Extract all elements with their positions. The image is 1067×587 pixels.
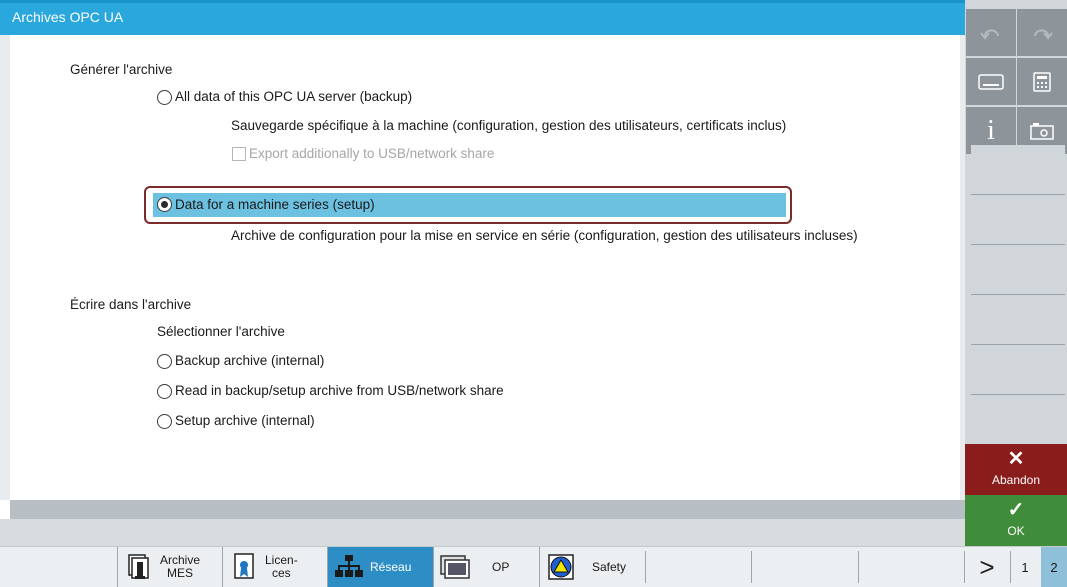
backup-description: Sauvegarde spécifique à la machine (conf… [231, 118, 787, 133]
setup-archive-label[interactable]: Setup archive (internal) [175, 413, 315, 428]
generate-heading: Générer l'archive [70, 62, 173, 77]
backup-radio[interactable] [157, 90, 172, 105]
license-icon [229, 552, 259, 582]
tab-safety-label: Safety [592, 559, 627, 574]
usb-archive-radio[interactable] [157, 384, 172, 399]
setup-radio[interactable] [157, 197, 172, 212]
write-heading: Écrire dans l'archive [70, 297, 192, 312]
next-page-button[interactable]: > [965, 547, 1009, 587]
page-2-button[interactable]: 2 [1041, 547, 1067, 587]
tab-safety[interactable]: Safety [539, 547, 645, 587]
softkey-1[interactable] [971, 145, 1065, 195]
tab-network[interactable]: Réseau [327, 547, 433, 587]
calculator-icon[interactable] [1017, 58, 1067, 105]
tab-op[interactable]: OP [433, 547, 539, 587]
setup-description: Archive de configuration pour la mise en… [231, 228, 858, 243]
select-archive-subheading: Sélectionner l'archive [157, 324, 285, 339]
backup-option-label[interactable]: All data of this OPC UA server (backup) [175, 89, 412, 104]
export-checkbox-label: Export additionally to USB/network share [249, 146, 495, 161]
ok-label: OK [1007, 524, 1025, 538]
op-screen-icon [440, 552, 470, 582]
status-bar [10, 500, 965, 519]
network-icon [334, 552, 364, 582]
page-1-button[interactable]: 1 [1011, 547, 1039, 587]
redo-icon[interactable] [1017, 9, 1067, 56]
title-strip [0, 0, 965, 3]
window-title: Archives OPC UA [12, 9, 124, 25]
message-bar [0, 519, 965, 546]
keyboard-icon[interactable] [966, 58, 1016, 105]
softkey-6[interactable] [971, 395, 1065, 443]
tab-archive-mes[interactable]: Archive MES [117, 547, 222, 587]
tab-op-label: OP [492, 559, 510, 574]
tab-archive-mes-label: Archive MES [160, 553, 201, 580]
setup-option-label[interactable]: Data for a machine series (setup) [175, 197, 375, 212]
backup-archive-label[interactable]: Backup archive (internal) [175, 353, 324, 368]
setup-archive-radio[interactable] [157, 414, 172, 429]
tab-licenses-label: Licen- ces [265, 553, 298, 580]
export-checkbox[interactable] [232, 147, 246, 161]
ok-button[interactable]: ✓ OK [965, 495, 1067, 546]
cancel-label: Abandon [991, 473, 1041, 487]
checkmark-icon: ✓ [1007, 499, 1025, 521]
tab-network-label: Réseau [370, 559, 412, 574]
archive-icon [124, 552, 154, 582]
archive-dialog: Archives OPC UA Générer l'archive All da… [0, 0, 965, 546]
softkey-2[interactable] [971, 195, 1065, 245]
tab-licenses[interactable]: Licen- ces [222, 547, 327, 587]
backup-archive-radio[interactable] [157, 354, 172, 369]
tab-separator [858, 551, 859, 583]
usb-archive-label[interactable]: Read in backup/setup archive from USB/ne… [175, 383, 504, 398]
undo-icon[interactable] [966, 9, 1016, 56]
title-bar: Archives OPC UA [0, 0, 965, 35]
softkey-4[interactable] [971, 295, 1065, 345]
close-icon: ✕ [1007, 448, 1025, 470]
safety-icon [546, 552, 576, 582]
content-left-border [0, 35, 10, 500]
cancel-button[interactable]: ✕ Abandon [965, 444, 1067, 495]
softkey-5[interactable] [971, 345, 1065, 395]
softkey-3[interactable] [971, 245, 1065, 295]
tab-separator [751, 551, 752, 583]
tab-separator [645, 551, 646, 583]
